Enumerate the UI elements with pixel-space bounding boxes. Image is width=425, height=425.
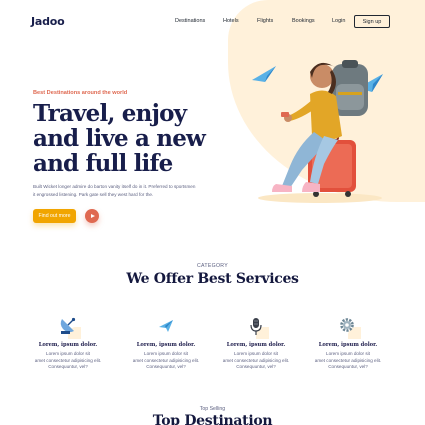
- hero-title-line: and live a new: [33, 125, 206, 152]
- service-title: Lorem, ipsum dolor.: [38, 342, 98, 348]
- service-description-line: Consequuntur, vel?: [236, 364, 276, 369]
- top-destination-title: Top Destination: [152, 413, 273, 425]
- nav-link-hotels[interactable]: Hotels: [223, 18, 239, 24]
- paper-plane-icon: [252, 66, 276, 82]
- play-icon: [90, 214, 95, 218]
- hero-title: Travel, enjoy and live a new and full li…: [33, 101, 233, 176]
- service-description-line: Consequuntur, vel?: [146, 364, 186, 369]
- microphone-icon: [250, 318, 262, 335]
- service-description: Lorem ipsum dolor sit amet consectetur a…: [28, 351, 108, 371]
- nav-link-login[interactable]: Login: [332, 18, 345, 24]
- service-card: Lorem, ipsum dolor. Lorem ipsum dolor si…: [126, 316, 206, 371]
- services-title: We Offer Best Services: [126, 271, 299, 287]
- service-card: Lorem, ipsum dolor. Lorem ipsum dolor si…: [28, 316, 108, 371]
- nav-link-destinations[interactable]: Destinations: [175, 18, 205, 24]
- hero-title-line: Travel, enjoy: [33, 100, 187, 127]
- category-label: CATEGORY: [196, 263, 229, 269]
- service-description-line: Consequuntur, vel?: [48, 364, 88, 369]
- service-title: Lorem, ipsum dolor.: [136, 342, 196, 348]
- gear-icon: [340, 318, 354, 332]
- service-card: Lorem, ipsum dolor. Lorem ipsum dolor si…: [308, 316, 388, 371]
- traveler-hero-image: [252, 60, 383, 203]
- nav-link-flights[interactable]: Flights: [257, 18, 273, 24]
- service-description: Lorem ipsum dolor sit amet consectetur a…: [126, 351, 206, 371]
- hero-title-line: and full life: [33, 150, 173, 177]
- service-description: Lorem ipsum dolor sit amet consectetur a…: [308, 351, 388, 371]
- hero-description: Built Wicket longer admire do barton van…: [33, 184, 196, 197]
- logo[interactable]: Jadoo: [31, 15, 65, 28]
- service-title: Lorem, ipsum dolor.: [226, 342, 286, 348]
- hero-tagline: Best Destinations around the world: [33, 90, 128, 96]
- satellite-dish-icon: [60, 317, 76, 334]
- signup-button[interactable]: Sign up: [354, 15, 390, 28]
- play-demo-button[interactable]: [85, 209, 99, 223]
- find-out-more-button[interactable]: Find out more: [33, 209, 76, 223]
- service-description-line: Consequuntur, vel?: [328, 364, 368, 369]
- service-card: Lorem, ipsum dolor. Lorem ipsum dolor si…: [216, 316, 296, 371]
- nav-link-bookings[interactable]: Bookings: [292, 18, 315, 24]
- top-selling-label: Top Selling: [199, 406, 226, 412]
- airplane-icon: [159, 320, 173, 332]
- service-title: Lorem, ipsum dolor.: [318, 342, 378, 348]
- service-description: Lorem ipsum dolor sit amet consectetur a…: [216, 351, 296, 371]
